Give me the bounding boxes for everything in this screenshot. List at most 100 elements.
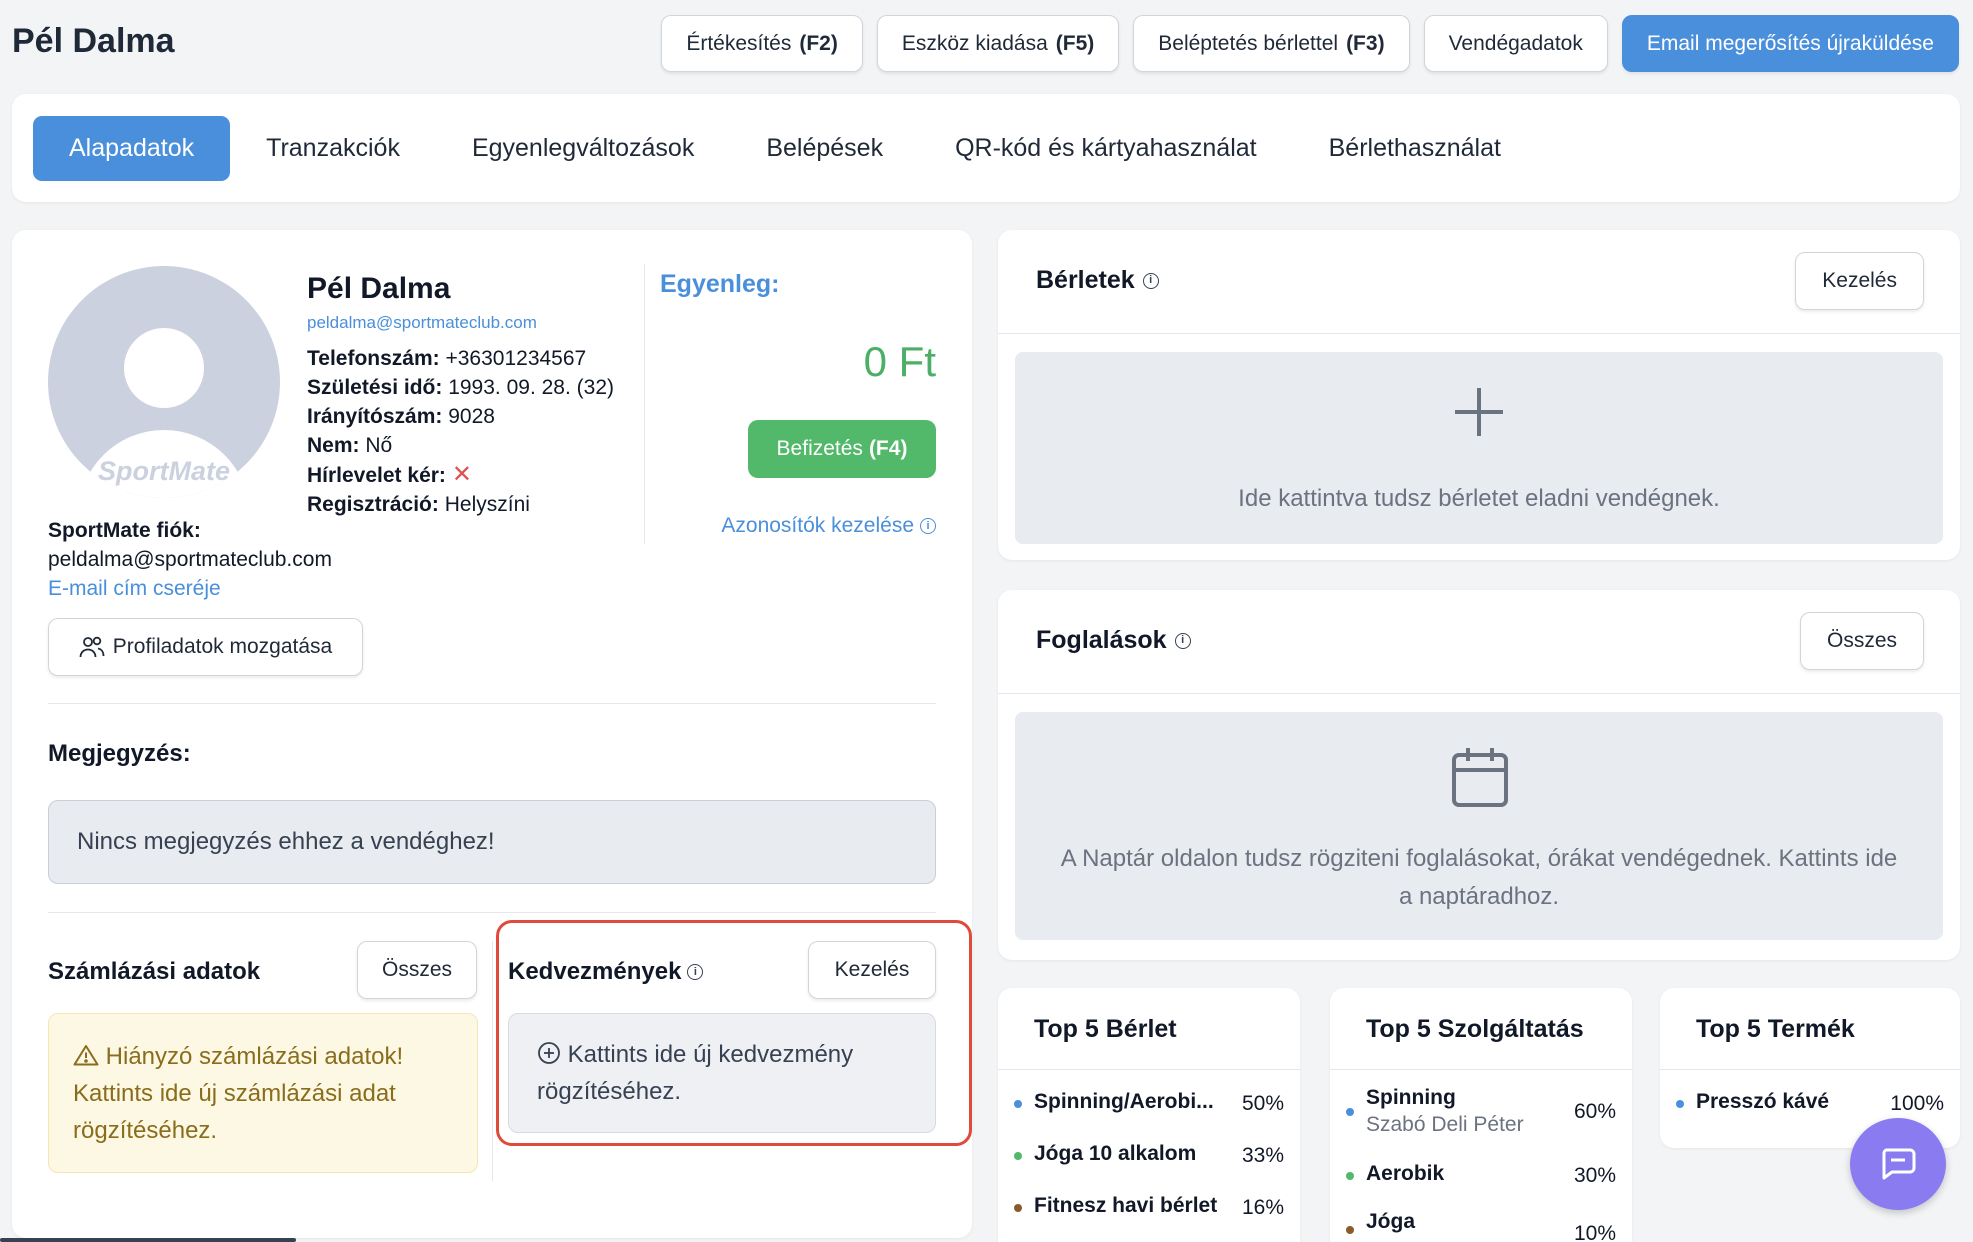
discounts-title: Kedvezmények i	[508, 958, 704, 986]
top-services-card: Top 5 Szolgáltatás Spinning Szabó Deli P…	[1330, 988, 1632, 1242]
top-services-header: Top 5 Szolgáltatás	[1330, 988, 1632, 1070]
payment-button[interactable]: Befizetés (F4)	[748, 420, 936, 478]
newsletter-label: Hírlevelet kér:	[307, 464, 446, 487]
item-percent: 100%	[1890, 1092, 1944, 1115]
close-icon: ✕	[451, 461, 473, 488]
item-percent: 50%	[1241, 1092, 1284, 1115]
section-divider	[492, 941, 493, 1181]
chat-button[interactable]	[1850, 1118, 1946, 1210]
bookings-card: Foglalások i Összes A Naptár oldalon tud…	[998, 590, 1960, 960]
profile-card: SportMate Pél Dalma peldalma@sportmatecl…	[12, 230, 972, 1238]
tab-transactions[interactable]: Tranzakciók	[230, 116, 436, 181]
item-label: Fitnesz havi bérlet	[1034, 1194, 1218, 1217]
pass-entry-button[interactable]: Beléptetés bérlettel (F3)	[1133, 15, 1410, 72]
zip-row: Irányítószám: 9028	[307, 402, 614, 431]
sales-button-key: (F2)	[799, 31, 838, 55]
payment-button-label: Befizetés	[776, 437, 863, 460]
bookings-header: Foglalások i Összes	[998, 590, 1960, 694]
move-profile-data-label: Profiladatok mozgatása	[112, 635, 333, 658]
top-passes-header: Top 5 Bérlet	[998, 988, 1300, 1070]
zip-label: Irányítószám:	[307, 405, 443, 428]
item-percent: 33%	[1241, 1144, 1284, 1167]
top-products-title: Top 5 Termék	[1696, 1015, 1855, 1043]
info-icon[interactable]: i	[1174, 632, 1191, 649]
gender-value: Nő	[365, 434, 393, 457]
bookings-all-button[interactable]: Összes	[1799, 612, 1924, 670]
info-icon[interactable]: i	[1142, 272, 1159, 289]
tab-balance-changes[interactable]: Egyenlegváltozások	[436, 116, 730, 181]
item-percent: 30%	[1573, 1164, 1616, 1187]
bookings-title: Foglalások i	[1036, 626, 1191, 655]
legend-dot	[1014, 1100, 1022, 1108]
billing-title: Számlázási adatok	[48, 958, 261, 985]
page-title: Pél Dalma	[12, 22, 175, 60]
plus-circle-icon	[538, 1042, 560, 1064]
item-sublabel: Szabó Deli Péter	[1366, 1113, 1524, 1136]
warning-icon	[73, 1045, 99, 1066]
legend-dot	[1346, 1172, 1354, 1180]
passes-manage-button[interactable]: Kezelés	[1795, 252, 1924, 310]
top-passes-title: Top 5 Bérlet	[1034, 1015, 1177, 1043]
billing-warning-title: Hiányzó számlázási adatok!	[105, 1043, 404, 1070]
section-divider	[48, 912, 936, 913]
sell-pass-box[interactable]: Ide kattintva tudsz bérletet eladni vend…	[1015, 352, 1943, 544]
tab-pass-usage[interactable]: Bérlethasználat	[1293, 116, 1537, 181]
horizontal-scrollbar[interactable]	[0, 1238, 296, 1242]
manage-identifiers-label: Azonosítók kezelése	[721, 514, 914, 537]
profile-email[interactable]: peldalma@sportmateclub.com	[307, 313, 537, 333]
avatar-logo: SportMate	[97, 456, 230, 486]
passes-card: Bérletek i Kezelés Ide kattintva tudsz b…	[998, 230, 1960, 560]
sales-button-label: Értékesítés	[686, 31, 792, 55]
info-icon[interactable]: i	[687, 964, 704, 980]
gender-row: Nem: Nő	[307, 431, 614, 460]
legend-dot	[1014, 1152, 1022, 1160]
phone-row: Telefonszám: +36301234567	[307, 344, 614, 373]
guest-data-button[interactable]: Vendégadatok	[1423, 15, 1608, 72]
resend-email-confirmation-button[interactable]: Email megerősítés újraküldése	[1621, 15, 1959, 72]
item-label: Aerobik	[1366, 1162, 1445, 1185]
billing-missing-warning[interactable]: Hiányzó számlázási adatok! Kattints ide …	[48, 1013, 478, 1173]
add-discount-box[interactable]: Kattints ide új kedvezmény rögzítéséhez.	[508, 1013, 936, 1133]
balance-value: 0 Ft	[863, 338, 936, 385]
billing-all-button[interactable]: Összes	[357, 941, 477, 999]
pass-entry-label: Beléptetés bérlettel	[1158, 31, 1339, 55]
phone-label: Telefonszám:	[307, 347, 440, 370]
legend-dot	[1014, 1204, 1022, 1212]
payment-button-key: (F4)	[868, 437, 908, 460]
registration-label: Regisztráció:	[307, 493, 439, 516]
passes-title-text: Bérletek	[1036, 266, 1135, 294]
users-icon	[79, 636, 105, 658]
passes-header: Bérletek i Kezelés	[998, 230, 1960, 334]
item-label: Jóga	[1366, 1210, 1416, 1233]
change-email-link[interactable]: E-mail cím cseréje	[48, 577, 221, 601]
notes-box[interactable]: Nincs megjegyzés ehhez a vendéghez!	[48, 800, 936, 884]
registration-value: Helyszíni	[444, 493, 530, 516]
item-label: Spinning/Aerobi...	[1034, 1090, 1214, 1113]
manage-identifiers-link[interactable]: Azonosítók kezelése i	[721, 514, 936, 538]
tab-entries[interactable]: Belépések	[730, 116, 919, 181]
birthdate-label: Születési idő:	[307, 376, 443, 399]
zip-value: 9028	[448, 405, 495, 428]
newsletter-row: Hírlevelet kér: ✕	[307, 460, 614, 490]
phone-value: +36301234567	[445, 347, 587, 370]
calendar-link-box[interactable]: A Naptár oldalon tudsz rögziteni foglalá…	[1015, 712, 1943, 940]
top-bar: Pél Dalma Értékesítés (F2) Eszköz kiadása…	[0, 0, 1973, 90]
header-actions: Értékesítés (F2) Eszköz kiadása (F5) Belép…	[661, 15, 1959, 72]
move-profile-data-button[interactable]: Profiladatok mozgatása	[48, 618, 363, 676]
discounts-manage-button[interactable]: Kezelés	[808, 941, 936, 999]
bookings-title-text: Foglalások	[1036, 626, 1167, 654]
notes-title: Megjegyzés:	[48, 740, 191, 767]
tab-basic-data[interactable]: Alapadatok	[33, 116, 231, 181]
balance-label: Egyenleg:	[660, 270, 780, 298]
sales-button[interactable]: Értékesítés (F2)	[661, 15, 863, 72]
tab-qr-card-usage[interactable]: QR-kód és kártyahasználat	[919, 116, 1293, 181]
chat-icon	[1882, 1148, 1916, 1180]
equipment-issue-button[interactable]: Eszköz kiadása (F5)	[876, 15, 1120, 72]
birthdate-row: Születési idő: 1993. 09. 28. (32)	[307, 373, 614, 402]
avatar-head-shape	[124, 328, 204, 408]
item-label: Presszó kávé	[1696, 1090, 1830, 1113]
info-icon: i	[920, 518, 936, 534]
item-percent: 10%	[1573, 1222, 1616, 1242]
resend-email-label: Email megerősítés újraküldése	[1646, 31, 1934, 55]
top-products-header: Top 5 Termék	[1660, 988, 1960, 1070]
